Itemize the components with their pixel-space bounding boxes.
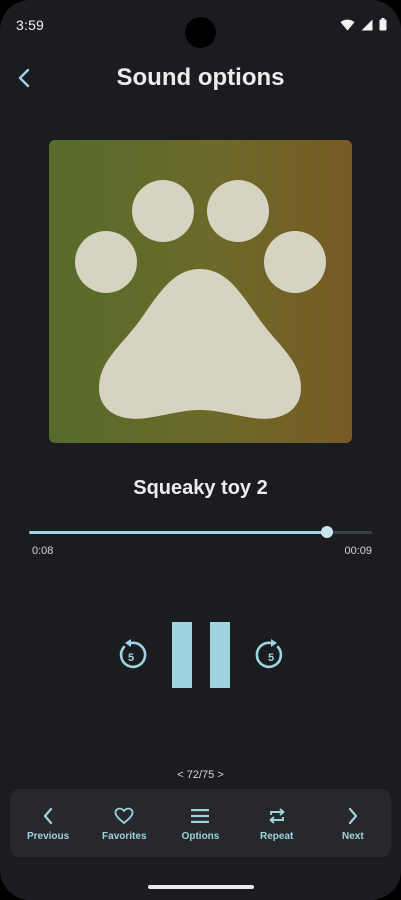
progress-fill [29,531,328,534]
status-icons [340,18,387,36]
forward-seconds-label: 5 [268,652,274,664]
nav-next-label: Next [342,830,364,842]
progress-thumb[interactable] [321,526,334,538]
home-indicator[interactable] [148,885,254,889]
signal-icon [361,18,373,36]
pause-bar-left [172,622,192,688]
status-time: 3:59 [16,17,45,33]
nav-previous[interactable]: Previous [10,793,86,853]
nav-options[interactable]: Options [162,793,238,853]
menu-icon [191,805,210,827]
pause-button[interactable] [172,622,230,688]
repeat-icon [268,805,286,827]
page-title: Sound options [116,64,285,91]
elapsed-time: 0:08 [32,545,54,557]
total-time: 00:09 [344,545,372,557]
front-camera [185,17,216,48]
bottom-navigation: Previous Favorites Options Repeat Next [10,789,391,857]
rewind-seconds-label: 5 [128,652,134,664]
sound-artwork [49,140,352,443]
battery-icon [379,18,387,36]
sound-pager[interactable]: < 72/75 > [0,769,401,781]
track-title: Squeaky toy 2 [133,477,268,499]
chevron-right-icon [346,805,360,827]
chevron-left-icon [41,805,55,827]
wifi-icon [340,18,355,36]
progress-slider[interactable] [29,526,372,538]
nav-repeat-label: Repeat [259,830,294,842]
nav-previous-label: Previous [26,830,70,842]
nav-repeat[interactable]: Repeat [239,793,315,853]
nav-options-label: Options [181,830,220,842]
heart-icon [114,805,134,827]
nav-next[interactable]: Next [315,793,391,853]
paw-icon [75,180,326,419]
replay-5-icon: 5 [119,639,147,669]
nav-favorites[interactable]: Favorites [86,793,162,853]
rewind-button[interactable]: 5 [114,638,148,672]
forward-5-icon: 5 [255,639,283,669]
nav-favorites-label: Favorites [102,830,147,842]
pause-bar-right [210,622,230,688]
forward-button[interactable]: 5 [254,638,288,672]
app-screen: 3:59 Sound options Squeaky toy 2 0:08 00… [0,0,401,900]
